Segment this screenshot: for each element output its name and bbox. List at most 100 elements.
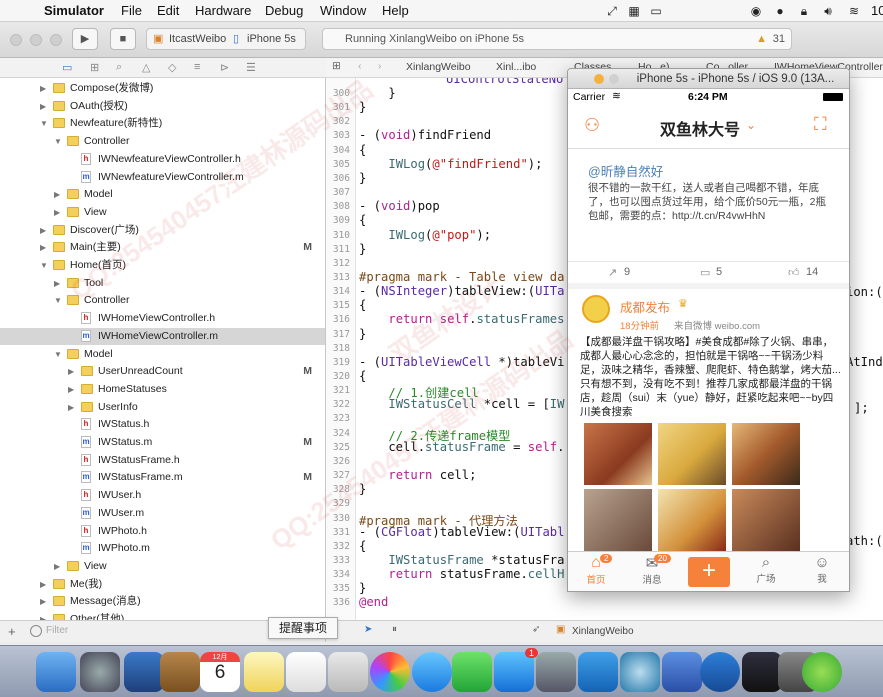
disclosure-open-icon[interactable]: ▼ [54, 133, 64, 151]
preview-icon[interactable] [328, 652, 368, 692]
navigator-row[interactable]: ▶ Model [0, 186, 325, 204]
add-icon[interactable]: + [8, 624, 16, 639]
tab-messages[interactable]: ✉ 消息 20 [624, 552, 680, 591]
code-line[interactable]: { [359, 539, 366, 553]
code-line[interactable]: cell.statusFrame = self. [359, 440, 564, 454]
menu-file[interactable]: File [121, 3, 142, 18]
debug-target[interactable]: XinlangWeibo [572, 626, 634, 637]
navigator-row[interactable]: ▼ Newfeature(新特性) [0, 115, 325, 133]
disclosure-closed-icon[interactable]: ▶ [40, 611, 50, 620]
code-line[interactable]: IWStatusFrame *statusFra [359, 553, 564, 567]
code-line[interactable]: - (void)pop [359, 199, 440, 213]
clock-text[interactable]: 10 [871, 3, 883, 18]
wifi-icon[interactable]: ≋ [846, 3, 862, 19]
like-icon[interactable]: 👍︎ [788, 266, 800, 279]
volume-icon[interactable]: 🔊︎ [820, 3, 836, 19]
disclosure-closed-icon[interactable]: ▶ [40, 98, 50, 116]
forward-arrow-icon[interactable]: › [378, 60, 382, 72]
code-line[interactable]: { [359, 213, 366, 227]
menu-window[interactable]: Window [320, 3, 366, 18]
repost-count[interactable]: 9 [624, 266, 630, 278]
photos-icon[interactable] [370, 652, 410, 692]
navigator-row[interactable]: m IWPhoto.m [0, 540, 325, 558]
warning-count[interactable]: 31 [773, 29, 785, 49]
navigator-row[interactable]: h IWStatusFrame.h [0, 452, 325, 470]
code-line[interactable]: } [359, 482, 366, 496]
navigator-row[interactable]: ▶ HomeStatuses [0, 381, 325, 399]
code-line[interactable]: } [359, 86, 395, 100]
disclosure-closed-icon[interactable]: ▶ [40, 593, 50, 611]
status-author[interactable]: 成都发布 [620, 297, 670, 316]
pause-icon[interactable]: ⏸︎ [392, 624, 397, 635]
contacts-icon[interactable] [160, 652, 200, 692]
minimize-window-button[interactable] [30, 34, 42, 46]
navigator-row[interactable]: ▶ Me(我) [0, 576, 325, 594]
calendar-icon[interactable]: 12月 6 [200, 652, 240, 692]
avatar[interactable] [582, 295, 610, 323]
code-line[interactable]: } [359, 242, 366, 256]
resize-icon[interactable]: ⤢ [604, 3, 620, 19]
like-count[interactable]: 14 [806, 266, 818, 278]
nav-title[interactable]: 双鱼林大号 [660, 116, 740, 140]
comment-icon[interactable]: ▭ [700, 266, 710, 279]
report-nav-icon[interactable]: ☰ [246, 61, 256, 74]
add-app-icon[interactable] [802, 652, 842, 692]
navigator-row[interactable]: m IWStatus.m M [0, 434, 325, 452]
code-line[interactable]: return statusFrame.cellH [359, 567, 564, 581]
notes-icon[interactable] [244, 652, 284, 692]
disclosure-open-icon[interactable]: ▼ [40, 257, 50, 275]
navigator-row[interactable]: h IWStatus.h [0, 416, 325, 434]
symbol-nav-icon[interactable]: ⊞ [90, 61, 99, 74]
code-line[interactable]: { [359, 369, 366, 383]
facetime-icon[interactable] [452, 652, 492, 692]
tab-compose[interactable]: + [681, 552, 737, 591]
photo-grid[interactable] [584, 423, 804, 551]
code-line[interactable]: @end [359, 595, 388, 609]
code-line[interactable]: - (CGFloat)tableView:(UITabl [359, 525, 564, 539]
finder-icon[interactable] [36, 652, 76, 692]
crumb-target[interactable]: Xinl...ibo [496, 61, 536, 73]
safari-icon[interactable] [620, 652, 660, 692]
test-nav-icon[interactable]: ◇ [168, 61, 176, 74]
crumb-project[interactable]: XinlangWeibo [406, 61, 471, 73]
grid-icon[interactable]: ▦ [626, 3, 642, 19]
code-line[interactable]: - (UITableViewCell *)tableVi [359, 355, 564, 369]
close-window-button[interactable] [10, 34, 22, 46]
code-line[interactable]: } [359, 171, 366, 185]
lock-icon[interactable]: 🔒︎ [796, 3, 812, 19]
reminders-icon[interactable] [286, 652, 326, 692]
navigator-row[interactable]: ▶ Compose(发微博) [0, 80, 325, 98]
navigator-row[interactable]: m IWNewfeatureViewController.m [0, 169, 325, 187]
back-arrow-icon[interactable]: ‹ [358, 60, 362, 72]
zoom-window-button[interactable] [609, 74, 619, 84]
comment-count[interactable]: 5 [716, 266, 722, 278]
navigator-row[interactable]: ▶ Main(主要) M [0, 239, 325, 257]
qq-icon[interactable]: ● [772, 3, 788, 19]
photo-thumbnail[interactable] [584, 423, 652, 485]
navigator-row[interactable]: m IWHomeViewController.m [0, 327, 325, 346]
filter-input[interactable]: Filter [46, 625, 68, 636]
navigator-row[interactable]: h IWNewfeatureViewController.h [0, 151, 325, 169]
xcode-icon[interactable] [662, 652, 702, 692]
chevron-down-icon[interactable]: ⌄ [746, 118, 756, 132]
tab-discover[interactable]: ⌕ 广场 [738, 552, 794, 591]
code-line[interactable]: - (void)findFriend [359, 128, 491, 142]
menu-debug[interactable]: Debug [265, 3, 303, 18]
status-card[interactable]: @昕静自然好 很不错的一款干红，送人或者自己喝都不错，年底了，也可以囤点货过年用… [568, 149, 849, 283]
retweet-user[interactable]: @昕静自然好 [588, 161, 663, 180]
disclosure-closed-icon[interactable]: ▶ [40, 80, 50, 98]
disclosure-closed-icon[interactable]: ▶ [40, 239, 50, 257]
navigator-row[interactable]: ▶ OAuth(授权) [0, 98, 325, 116]
code-line[interactable]: } [359, 327, 366, 341]
compose-plus-icon[interactable]: + [688, 557, 730, 587]
scheme-selector[interactable]: ▣ ItcastWeibo ▯ iPhone 5s [146, 28, 306, 50]
navigator-row[interactable]: ▶ View [0, 558, 325, 576]
launchpad-icon[interactable] [80, 652, 120, 692]
navigator-row[interactable]: ▼ Model [0, 346, 325, 364]
issue-nav-icon[interactable]: △ [142, 61, 150, 74]
disclosure-open-icon[interactable]: ▼ [40, 115, 50, 133]
disclosure-open-icon[interactable]: ▼ [54, 292, 64, 310]
system-preferences-icon[interactable] [536, 652, 576, 692]
code-line[interactable]: IWLog(@"findFriend"); [359, 157, 542, 171]
code-line[interactable]: IWStatusCell *cell = [IW [359, 397, 564, 411]
